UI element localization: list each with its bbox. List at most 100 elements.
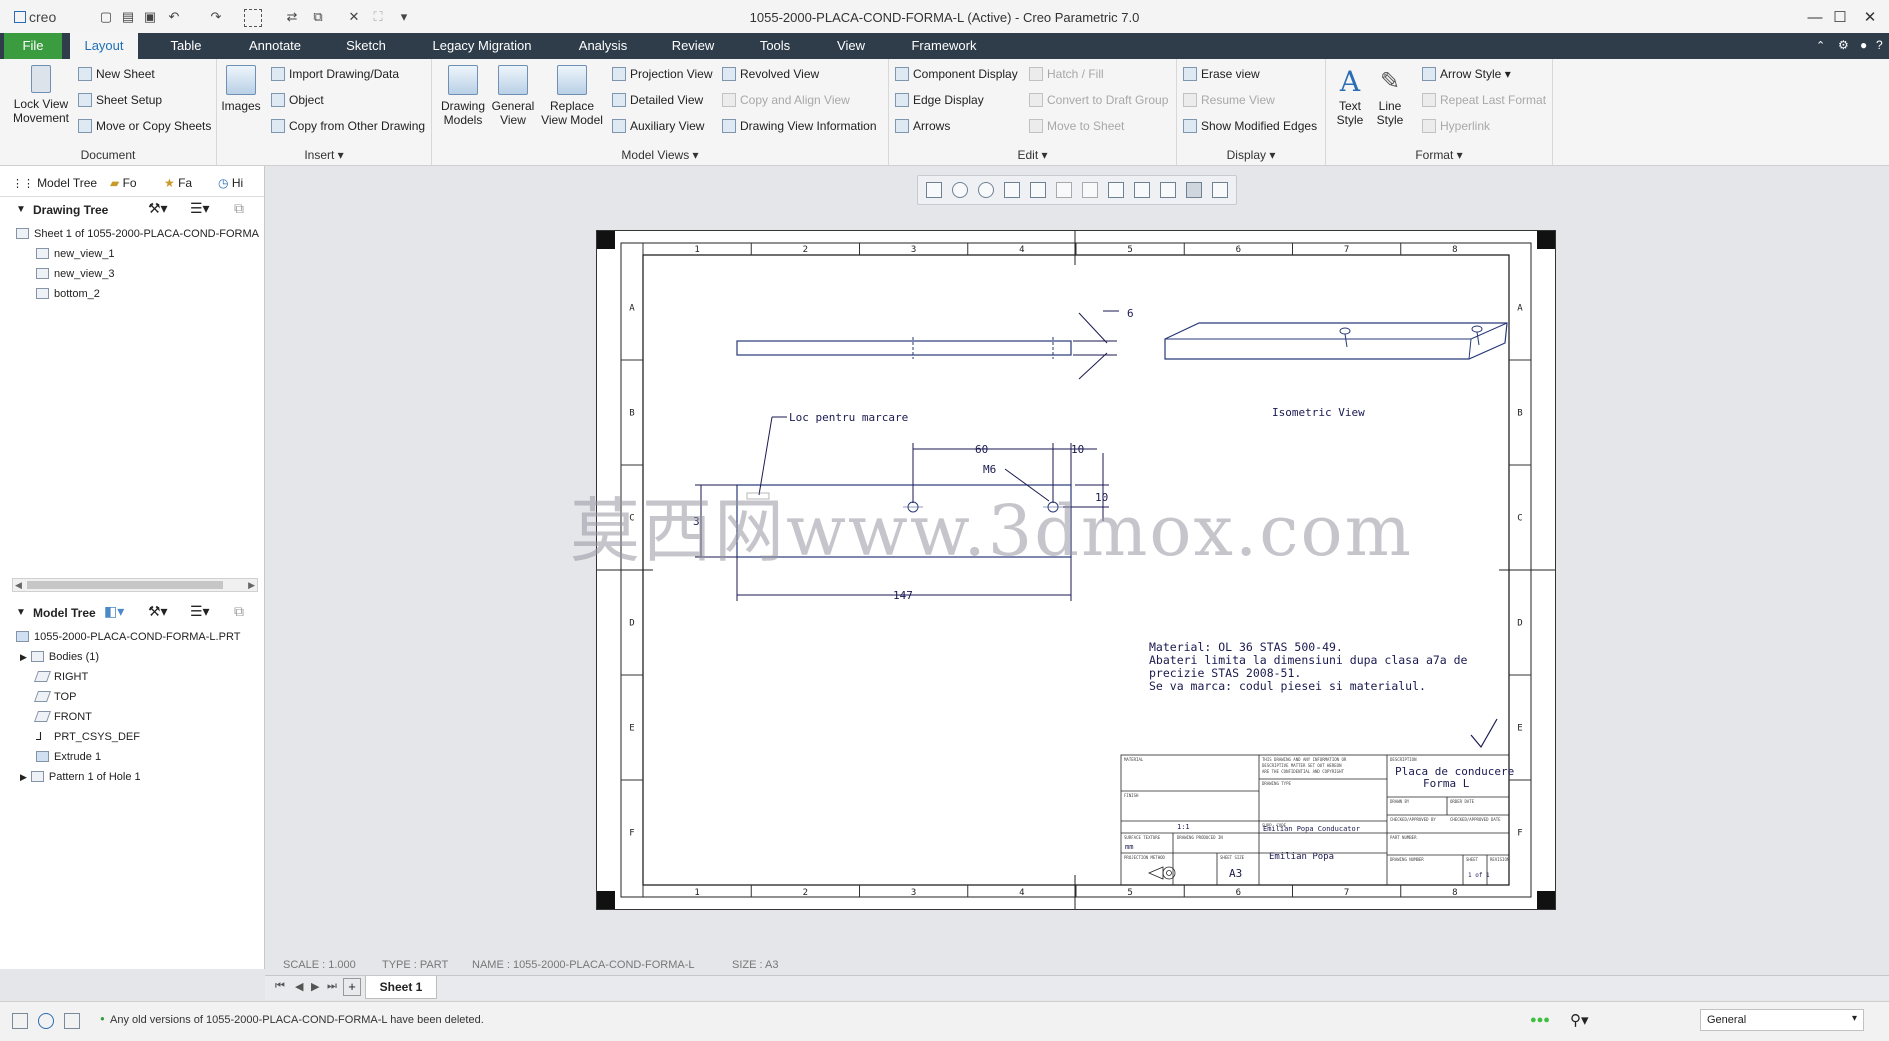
collapse-ribbon-icon[interactable]: ⌃ [1816, 39, 1825, 52]
resume-view-button[interactable]: Resume View [1183, 91, 1275, 109]
expand-icon[interactable]: ▶ [20, 652, 27, 662]
drawing-view-information-button[interactable]: Drawing View Information [722, 117, 877, 135]
drawing-tree-show-icon[interactable]: ☰▾ [190, 200, 210, 217]
group-label-edit[interactable]: Edit ▾ [889, 148, 1176, 162]
text-style-button[interactable]: A Text Style [1332, 65, 1368, 127]
help-icon[interactable]: ? [1876, 38, 1883, 52]
group-label-insert[interactable]: Insert ▾ [217, 148, 431, 162]
lock-view-movement-button[interactable]: Lock View Movement [8, 65, 74, 125]
last-sheet-icon[interactable]: ⏭ [327, 980, 337, 993]
group-label-model-views[interactable]: Model Views ▾ [432, 148, 888, 162]
images-button[interactable]: Images [221, 65, 261, 113]
refit-icon[interactable] [926, 182, 942, 198]
scroll-right-icon[interactable]: ▶ [248, 580, 255, 591]
tab-legacy-migration[interactable]: Legacy Migration [424, 33, 540, 59]
tree-item-pattern[interactable]: ▶ Pattern 1 of Hole 1 [20, 768, 141, 786]
convert-draft-group-button[interactable]: Convert to Draft Group [1029, 91, 1168, 109]
expand-icon[interactable]: ▶ [20, 772, 27, 782]
annotation-display-icon[interactable] [1134, 182, 1150, 198]
scroll-left-icon[interactable]: ◀ [15, 580, 22, 591]
add-sheet-button[interactable]: + [343, 978, 361, 996]
drawing-tree-filter-icon[interactable]: ⧉ [234, 200, 244, 217]
tree-item-bodies[interactable]: ▶ Bodies (1) [20, 648, 99, 666]
tree-item-datum-plane[interactable]: TOP [33, 688, 76, 706]
datum-display-icon[interactable] [1108, 182, 1124, 198]
general-view-button[interactable]: General View [490, 65, 536, 127]
show-modified-edges-button[interactable]: Show Modified Edges [1183, 117, 1317, 135]
previous-sheet-icon[interactable]: ◀ [295, 980, 303, 993]
tab-annotate[interactable]: Annotate [240, 33, 310, 59]
tree-item-extrude[interactable]: Extrude 1 [36, 748, 101, 766]
point-display-icon[interactable] [1160, 182, 1176, 198]
copy-align-view-button[interactable]: Copy and Align View [722, 91, 850, 109]
projection-view-button[interactable]: Projection View [612, 65, 713, 83]
tab-favorites[interactable]: ★ Fa [164, 172, 192, 194]
hatch-fill-button[interactable]: Hatch / Fill [1029, 65, 1104, 83]
tree-item-datum-plane[interactable]: FRONT [33, 708, 92, 726]
browser-toggle-icon[interactable] [38, 1013, 54, 1029]
navigator-toggle-icon[interactable] [12, 1013, 28, 1029]
drawing-tree-sheet[interactable]: Sheet 1 of 1055-2000-PLACA-COND-FORMA [16, 225, 259, 243]
tree-item-datum-plane[interactable]: RIGHT [33, 668, 88, 686]
tab-layout[interactable]: Layout [70, 33, 138, 59]
display-style-icon[interactable] [1030, 182, 1046, 198]
new-sheet-button[interactable]: New Sheet [78, 65, 155, 83]
auxiliary-view-button[interactable]: Auxiliary View [612, 117, 704, 135]
object-button[interactable]: Object [271, 91, 324, 109]
repeat-last-format-button[interactable]: Repeat Last Format [1422, 91, 1546, 109]
tab-folder-browser[interactable]: ▰ Fo [110, 172, 137, 194]
replace-view-model-button[interactable]: Replace View Model [538, 65, 606, 127]
csys-display-icon[interactable] [1186, 182, 1202, 198]
tab-history[interactable]: ◷ Hi [218, 172, 243, 194]
erase-view-button[interactable]: Erase view [1183, 65, 1260, 83]
move-to-sheet-button[interactable]: Move to Sheet [1029, 117, 1124, 135]
repaint-icon[interactable] [1004, 182, 1020, 198]
detailed-view-button[interactable]: Detailed View [612, 91, 703, 109]
model-tree-settings-icon[interactable]: ⚒▾ [148, 603, 168, 620]
tab-table[interactable]: Table [160, 33, 212, 59]
zoom-in-icon[interactable] [952, 182, 968, 198]
hyperlink-button[interactable]: Hyperlink [1422, 117, 1490, 135]
view-manager-icon[interactable] [1082, 182, 1098, 198]
tree-item-view[interactable]: new_view_3 [36, 265, 115, 283]
user-icon[interactable]: ● [1860, 38, 1867, 52]
scrollbar-thumb[interactable] [27, 581, 223, 589]
drawing-tree-settings-icon[interactable]: ⚒▾ [148, 200, 168, 217]
tree-item-view[interactable]: new_view_1 [36, 245, 115, 263]
line-style-button[interactable]: ✎ Line Style [1372, 65, 1408, 127]
close-button[interactable]: ✕ [1853, 6, 1887, 30]
tab-review[interactable]: Review [666, 33, 720, 59]
model-tree-filter-icon[interactable]: ⧉ [234, 603, 244, 620]
settings-icon[interactable]: ⚙ [1838, 38, 1849, 52]
group-label-format[interactable]: Format ▾ [1326, 148, 1552, 162]
first-sheet-icon[interactable]: ⏮ [275, 980, 285, 993]
next-sheet-icon[interactable]: ▶ [311, 980, 319, 993]
drawing-models-button[interactable]: Drawing Models [440, 65, 486, 127]
copy-from-other-drawing-button[interactable]: Copy from Other Drawing [271, 117, 425, 135]
full-screen-icon[interactable] [64, 1013, 80, 1029]
tab-framework[interactable]: Framework [904, 33, 984, 59]
tab-file[interactable]: File [4, 33, 62, 59]
tab-sketch[interactable]: Sketch [340, 33, 392, 59]
saved-orientations-icon[interactable] [1056, 182, 1072, 198]
drawing-tree-scrollbar[interactable]: ◀ ▶ [12, 578, 258, 592]
group-label-display[interactable]: Display ▾ [1177, 148, 1325, 162]
tree-item-view[interactable]: bottom_2 [36, 285, 100, 303]
arrows-button[interactable]: Arrows [895, 117, 950, 135]
model-tree-root[interactable]: 1055-2000-PLACA-COND-FORMA-L.PRT [16, 628, 240, 646]
model-tree-part-icon[interactable]: ◧▾ [104, 603, 124, 620]
edge-display-button[interactable]: Edge Display [895, 91, 984, 109]
component-display-button[interactable]: Component Display [895, 65, 1018, 83]
find-icon[interactable]: ⚲▾ [1570, 1011, 1589, 1029]
model-tree-collapse-icon[interactable]: ▼ [16, 607, 26, 618]
revolved-view-button[interactable]: Revolved View [722, 65, 819, 83]
maximize-button[interactable]: ☐ [1823, 6, 1857, 30]
zoom-out-icon[interactable] [978, 182, 994, 198]
model-tree-show-icon[interactable]: ☰▾ [190, 603, 210, 620]
tab-view[interactable]: View [830, 33, 872, 59]
import-drawing-button[interactable]: Import Drawing/Data [271, 65, 399, 83]
move-copy-sheets-button[interactable]: Move or Copy Sheets [78, 117, 211, 135]
tab-tools[interactable]: Tools [752, 33, 798, 59]
chevron-down-icon[interactable]: ▾ [1852, 1013, 1857, 1024]
drawing-tree-collapse-icon[interactable]: ▼ [16, 204, 26, 215]
